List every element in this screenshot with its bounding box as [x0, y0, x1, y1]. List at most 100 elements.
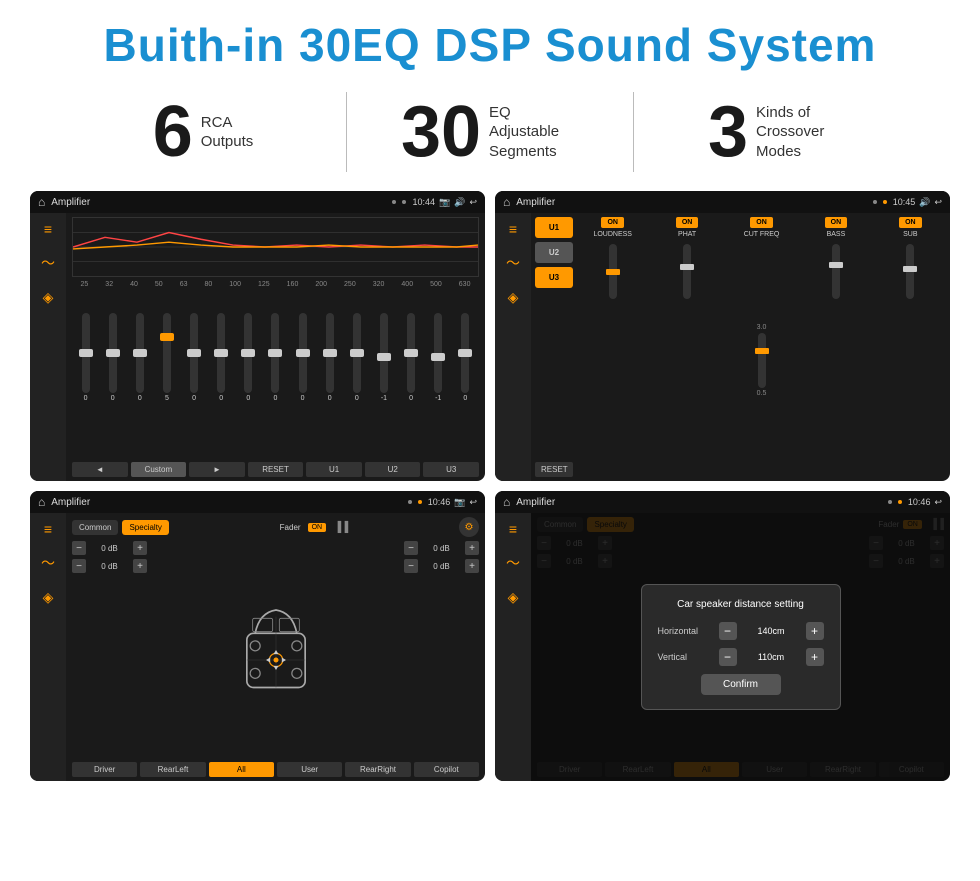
- confirm-button[interactable]: Confirm: [701, 674, 781, 695]
- plus-tr[interactable]: +: [465, 541, 479, 555]
- fader-slider[interactable]: ▐▐: [334, 522, 348, 533]
- controls-left: − 0 dB + − 0 dB +: [72, 541, 147, 758]
- user-btn[interactable]: User: [277, 762, 342, 777]
- plus-bl[interactable]: +: [133, 559, 147, 573]
- speaker-icon-bl[interactable]: ◈: [43, 589, 54, 606]
- cutfreq-toggle[interactable]: ON: [750, 217, 773, 228]
- prev-btn[interactable]: ◄: [72, 462, 128, 477]
- speaker-middle: − 0 dB + − 0 dB +: [72, 541, 479, 758]
- cutfreq-channel: ON CUT FREQ: [726, 217, 797, 240]
- slider-630: 0: [461, 313, 469, 402]
- status-dot-tr-1: [873, 200, 877, 204]
- mode-screen-content: ≡ 〜 ◈ U1 U2 U3 RESET ON LOUDNESS: [495, 213, 950, 481]
- u2-btn[interactable]: U2: [365, 462, 421, 477]
- horizontal-label: Horizontal: [658, 626, 713, 636]
- speaker-top-row: Common Specialty Fader ON ▐▐ ⚙: [72, 517, 479, 537]
- slider-50: 5: [163, 313, 171, 402]
- home-icon-tr: ⌂: [503, 195, 510, 209]
- speaker-screen: ⌂ Amplifier 10:46 📷 ↩ ≡ 〜 ◈ Common Speci…: [30, 491, 485, 781]
- minus-tl[interactable]: −: [72, 541, 86, 555]
- wave-icon-tr[interactable]: 〜: [506, 253, 520, 273]
- eq-icon[interactable]: ≡: [44, 221, 52, 237]
- specialty-tab[interactable]: Specialty: [122, 520, 168, 535]
- eq-icon-bl[interactable]: ≡: [44, 521, 52, 537]
- wave-icon-br[interactable]: 〜: [506, 553, 520, 573]
- slider-100: 0: [244, 313, 252, 402]
- minus-bl[interactable]: −: [72, 559, 86, 573]
- stat-eq: 30 EQ Adjustable Segments: [347, 96, 633, 168]
- val-bl: 0 dB: [88, 562, 131, 571]
- back-icon-br: ↩: [934, 497, 942, 508]
- eq-icon-br[interactable]: ≡: [509, 521, 517, 537]
- minus-br[interactable]: −: [404, 559, 418, 573]
- eq-sliders: 0 0 0 5 0: [72, 292, 479, 402]
- slider-32: 0: [109, 313, 117, 402]
- copilot-btn[interactable]: Copilot: [414, 762, 479, 777]
- val-tl: 0 dB: [88, 544, 131, 553]
- stat-rca-text: RCA Outputs: [201, 113, 254, 152]
- status-bar-tr: ⌂ Amplifier 10:45 🔊 ↩: [495, 191, 950, 213]
- u2-preset[interactable]: U2: [535, 242, 573, 263]
- speaker-sidebar: ≡ 〜 ◈: [30, 513, 66, 781]
- sub-toggle[interactable]: ON: [899, 217, 922, 228]
- settings-icon[interactable]: ⚙: [459, 517, 479, 537]
- u1-preset[interactable]: U1: [535, 217, 573, 238]
- controls-right: − 0 dB + − 0 dB +: [404, 541, 479, 758]
- speaker-icon-br2[interactable]: ◈: [508, 589, 519, 606]
- u3-btn[interactable]: U3: [423, 462, 479, 477]
- slider-25: 0: [82, 313, 90, 402]
- custom-btn[interactable]: Custom: [131, 462, 187, 477]
- vertical-minus[interactable]: −: [719, 648, 737, 666]
- reset-btn-eq[interactable]: RESET: [248, 462, 304, 477]
- reset-btn-mode[interactable]: RESET: [535, 462, 573, 477]
- time-br: 10:46: [908, 497, 931, 507]
- slider-160: 0: [299, 313, 307, 402]
- horizontal-minus[interactable]: −: [719, 622, 737, 640]
- dot-bl-1: [408, 500, 412, 504]
- stat-crossover-number: 3: [708, 96, 748, 168]
- stat-eq-number: 30: [401, 96, 481, 168]
- speaker-icon-tr[interactable]: ◈: [508, 289, 519, 306]
- home-icon-bl: ⌂: [38, 495, 45, 509]
- minus-tr[interactable]: −: [404, 541, 418, 555]
- fader-on[interactable]: ON: [308, 523, 327, 532]
- loudness-channel: ON LOUDNESS: [577, 217, 648, 240]
- play-btn[interactable]: ►: [189, 462, 245, 477]
- status-dot-2: [402, 200, 406, 204]
- phat-toggle[interactable]: ON: [676, 217, 699, 228]
- horizontal-value: 140cm: [743, 626, 800, 636]
- plus-br[interactable]: +: [465, 559, 479, 573]
- home-icon-br: ⌂: [503, 495, 510, 509]
- status-icons-bl: 10:46 📷 ↩: [428, 497, 477, 508]
- status-icons-br: 10:46 ↩: [908, 497, 942, 508]
- page-title: Buith-in 30EQ DSP Sound System: [20, 18, 960, 72]
- distance-screen-content: ≡ 〜 ◈ Common Specialty Fader ON ▐▐: [495, 513, 950, 781]
- sub-channel: ON SUB: [875, 217, 946, 240]
- eq-icon-tr[interactable]: ≡: [509, 221, 517, 237]
- status-bar-tl: ⌂ Amplifier 10:44 📷 🔊 ↩: [30, 191, 485, 213]
- phat-channel: ON PHAT: [651, 217, 722, 240]
- screens-grid: ⌂ Amplifier 10:44 📷 🔊 ↩ ≡ 〜 ◈: [0, 186, 980, 791]
- u3-preset[interactable]: U3: [535, 267, 573, 288]
- common-tab[interactable]: Common: [72, 520, 118, 535]
- horizontal-plus[interactable]: +: [806, 622, 824, 640]
- loudness-toggle[interactable]: ON: [601, 217, 624, 228]
- vertical-plus[interactable]: +: [806, 648, 824, 666]
- driver-btn[interactable]: Driver: [72, 762, 137, 777]
- time-tl: 10:44: [412, 197, 435, 207]
- bass-toggle[interactable]: ON: [825, 217, 848, 228]
- screen-title-tr: Amplifier: [516, 197, 866, 208]
- all-btn[interactable]: All: [209, 762, 274, 777]
- rearright-btn[interactable]: RearRight: [345, 762, 410, 777]
- speaker-icon[interactable]: ◈: [43, 289, 54, 306]
- wave-icon[interactable]: 〜: [41, 253, 55, 273]
- u1-btn[interactable]: U1: [306, 462, 362, 477]
- wave-icon-bl[interactable]: 〜: [41, 553, 55, 573]
- vertical-label: Vertical: [658, 652, 713, 662]
- plus-tl[interactable]: +: [133, 541, 147, 555]
- cam-icon: 📷: [439, 197, 450, 208]
- speaker-area: Common Specialty Fader ON ▐▐ ⚙ − 0 dB +: [66, 513, 485, 781]
- rearleft-btn[interactable]: RearLeft: [140, 762, 205, 777]
- speaker-bottom-row: Driver RearLeft All User RearRight Copil…: [72, 762, 479, 777]
- page-header: Buith-in 30EQ DSP Sound System: [0, 0, 980, 82]
